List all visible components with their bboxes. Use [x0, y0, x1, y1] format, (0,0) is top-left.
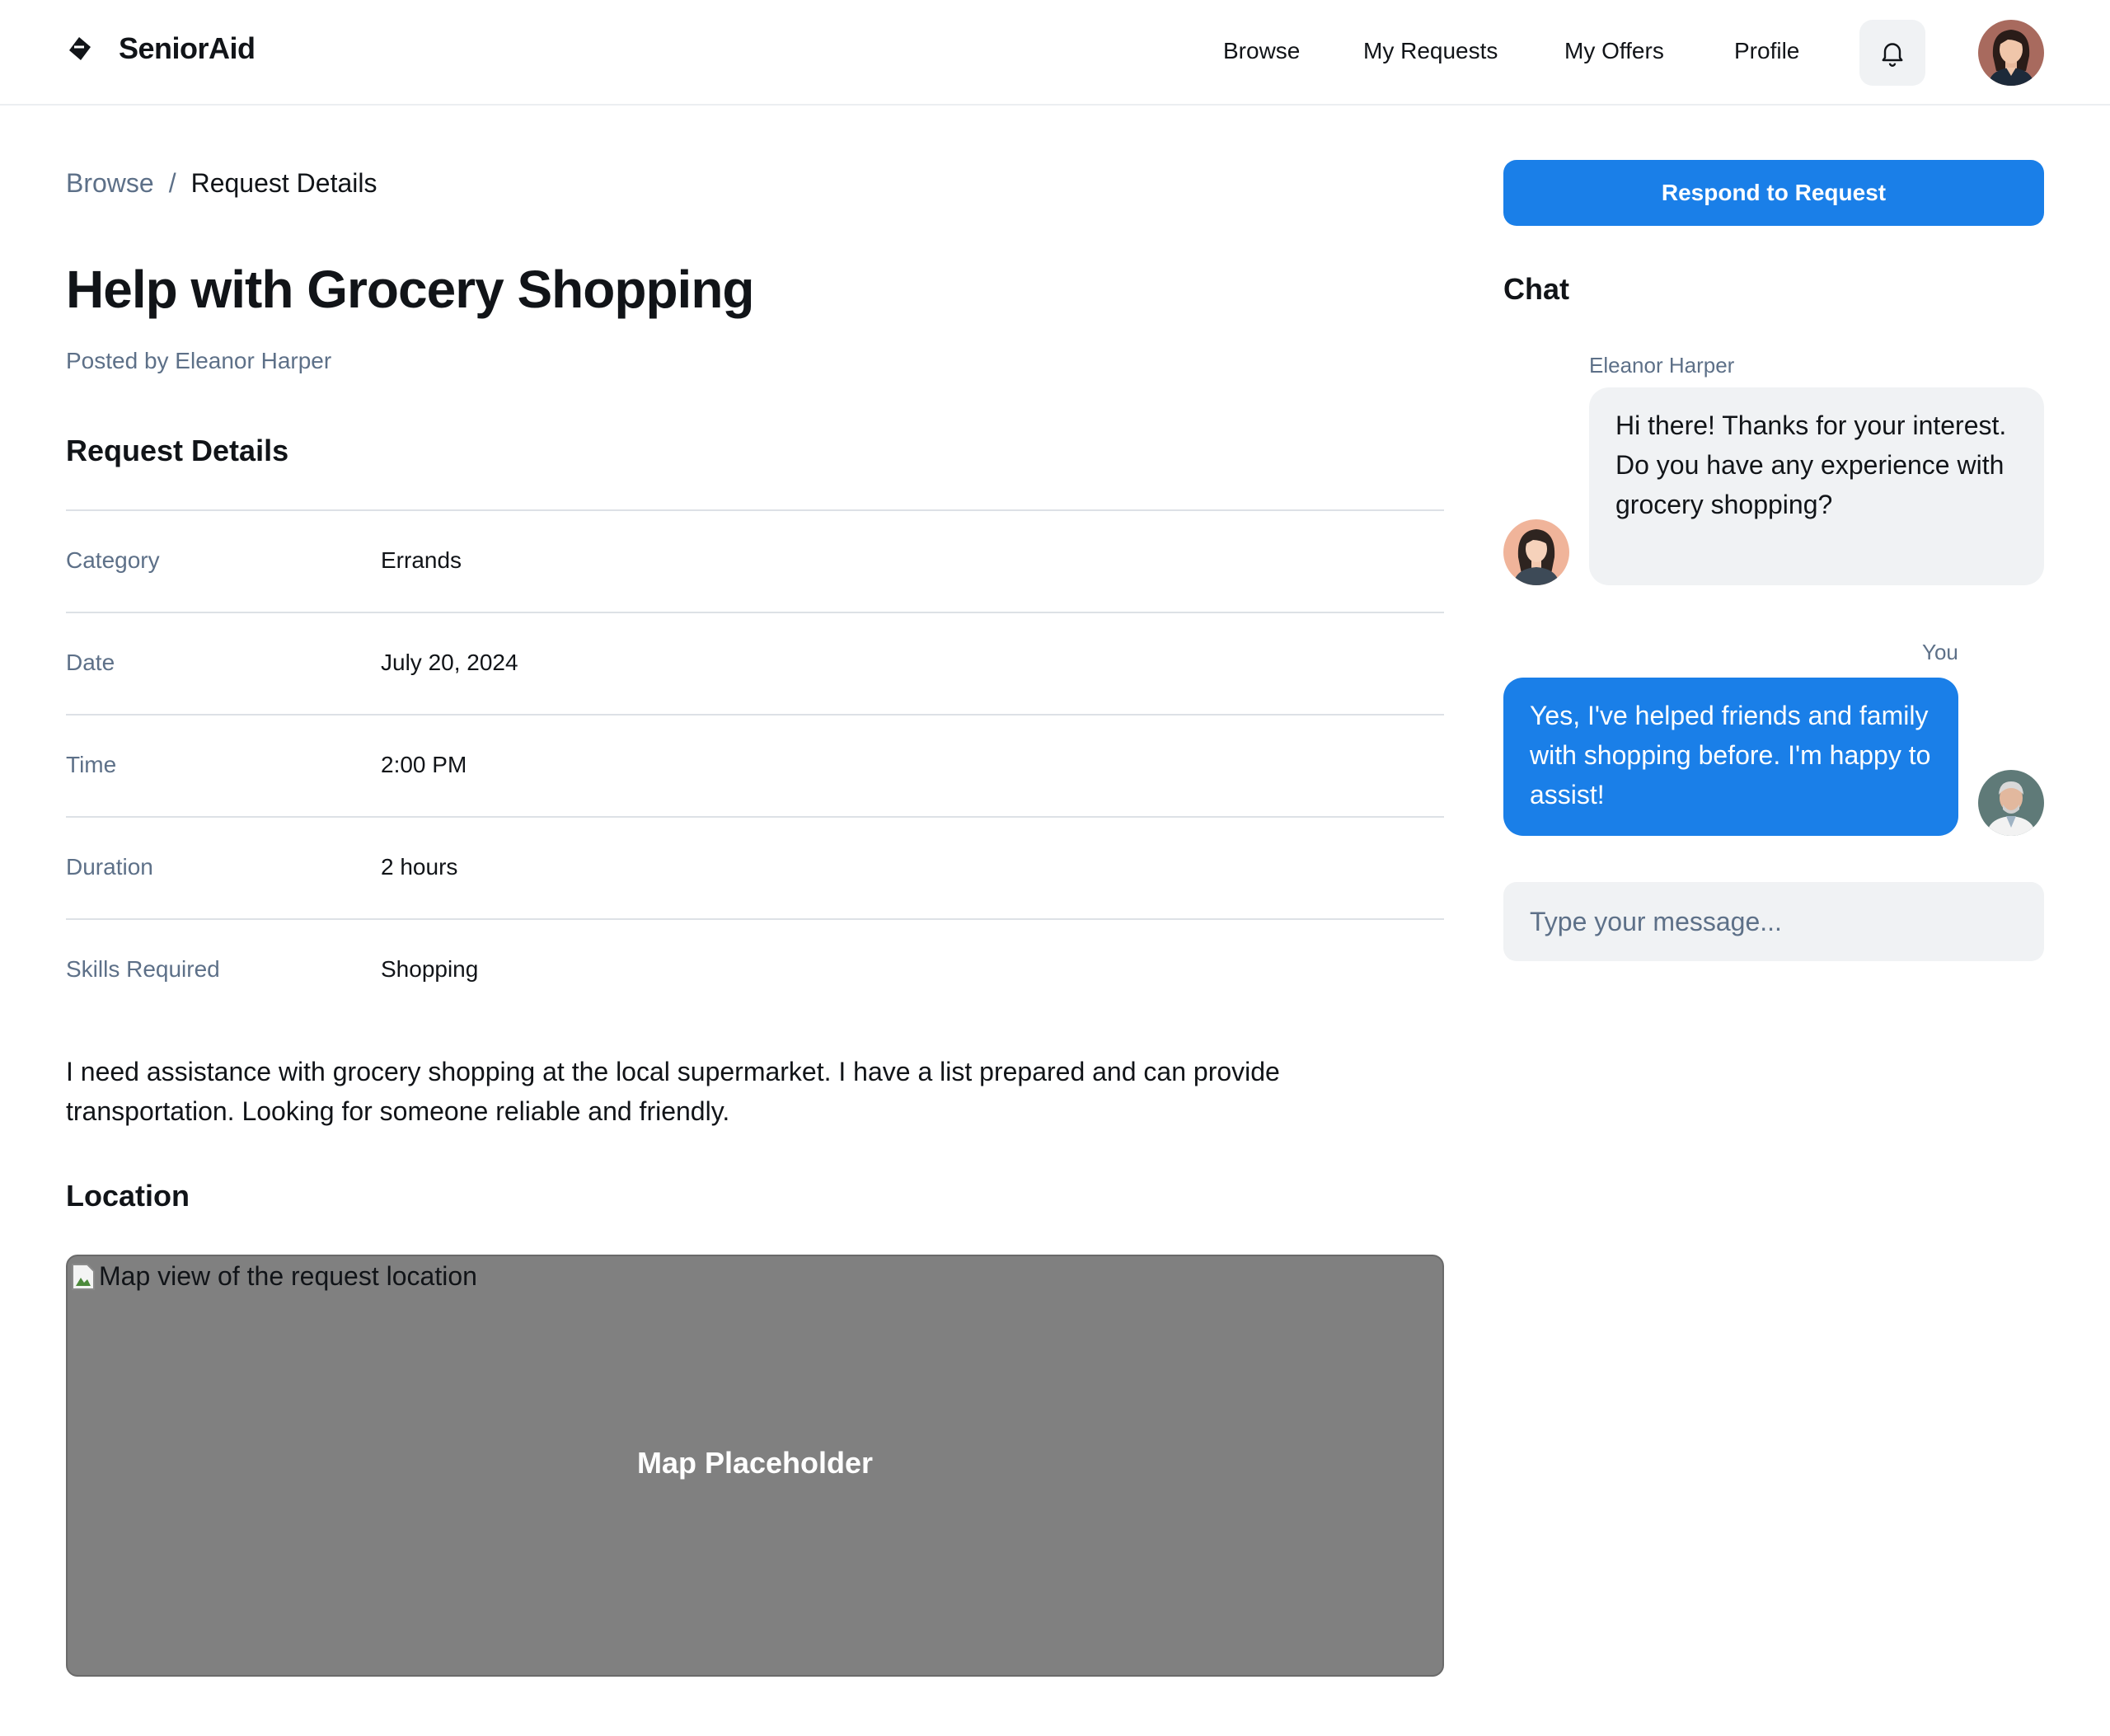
broken-image-icon	[72, 1263, 95, 1290]
user-avatar-image	[1978, 20, 2044, 86]
nav-profile[interactable]: Profile	[1734, 38, 1799, 64]
detail-row-category: Category Errands	[66, 509, 1444, 612]
message-bubble-incoming: Hi there! Thanks for your interest. Do y…	[1589, 387, 2044, 585]
map-alt-text-wrapper: Map view of the request location	[71, 1261, 477, 1292]
detail-value: 2:00 PM	[381, 752, 467, 777]
breadcrumb: Browse / Request Details	[66, 168, 377, 199]
map-alt-text: Map view of the request location	[99, 1261, 477, 1291]
detail-row-duration: Duration 2 hours	[66, 816, 1444, 918]
detail-label: Category	[66, 547, 160, 573]
detail-value: Shopping	[381, 956, 479, 982]
brand-name: SeniorAid	[119, 31, 256, 65]
eleanor-avatar	[1503, 519, 1569, 585]
detail-label: Date	[66, 650, 115, 675]
breadcrumb-browse-link[interactable]: Browse	[66, 168, 154, 199]
page-title: Help with Grocery Shopping	[66, 260, 754, 319]
user-avatar[interactable]	[1978, 20, 2044, 86]
detail-row-time: Time 2:00 PM	[66, 714, 1444, 816]
message-sender-eleanor: Eleanor Harper	[1589, 353, 1735, 378]
eleanor-avatar-image	[1503, 519, 1569, 585]
message-bubble-outgoing: Yes, I've helped friends and family with…	[1503, 678, 1958, 836]
bell-icon	[1882, 43, 1903, 67]
detail-value: 2 hours	[381, 854, 458, 880]
chat-heading: Chat	[1503, 272, 1569, 306]
your-avatar-image	[1978, 770, 2044, 836]
respond-to-request-button[interactable]: Respond to Request	[1503, 160, 2044, 226]
map-placeholder-label: Map Placeholder	[636, 1446, 874, 1480]
map-view[interactable]: Map view of the request location Map Pla…	[66, 1255, 1444, 1677]
request-description: I need assistance with grocery shopping …	[66, 1057, 1280, 1126]
brand[interactable]: SeniorAid	[66, 31, 256, 66]
brand-logo-icon	[69, 37, 91, 60]
detail-label: Duration	[66, 854, 153, 880]
nav-browse[interactable]: Browse	[1223, 38, 1300, 64]
details-table: Category Errands Date July 20, 2024 Time…	[66, 509, 1444, 1020]
message-sender-you: You	[1922, 640, 1958, 664]
request-details-heading: Request Details	[66, 434, 289, 467]
detail-row-date: Date July 20, 2024	[66, 612, 1444, 714]
nav-my-requests[interactable]: My Requests	[1363, 38, 1498, 64]
detail-value: July 20, 2024	[381, 650, 518, 675]
detail-row-skills: Skills Required Shopping	[66, 918, 1444, 1020]
notifications-button[interactable]	[1859, 20, 1925, 86]
your-avatar	[1978, 770, 2044, 836]
breadcrumb-separator: /	[168, 168, 176, 198]
posted-by: Posted by Eleanor Harper	[66, 348, 332, 373]
chat-message-input[interactable]	[1503, 882, 2044, 961]
location-heading: Location	[66, 1179, 190, 1213]
detail-value: Errands	[381, 547, 462, 573]
nav-my-offers[interactable]: My Offers	[1564, 38, 1664, 64]
detail-label: Skills Required	[66, 956, 220, 982]
detail-label: Time	[66, 752, 117, 777]
top-navbar: SeniorAid Browse My Requests My Offers P…	[0, 0, 2110, 106]
breadcrumb-current: Request Details	[190, 168, 377, 198]
